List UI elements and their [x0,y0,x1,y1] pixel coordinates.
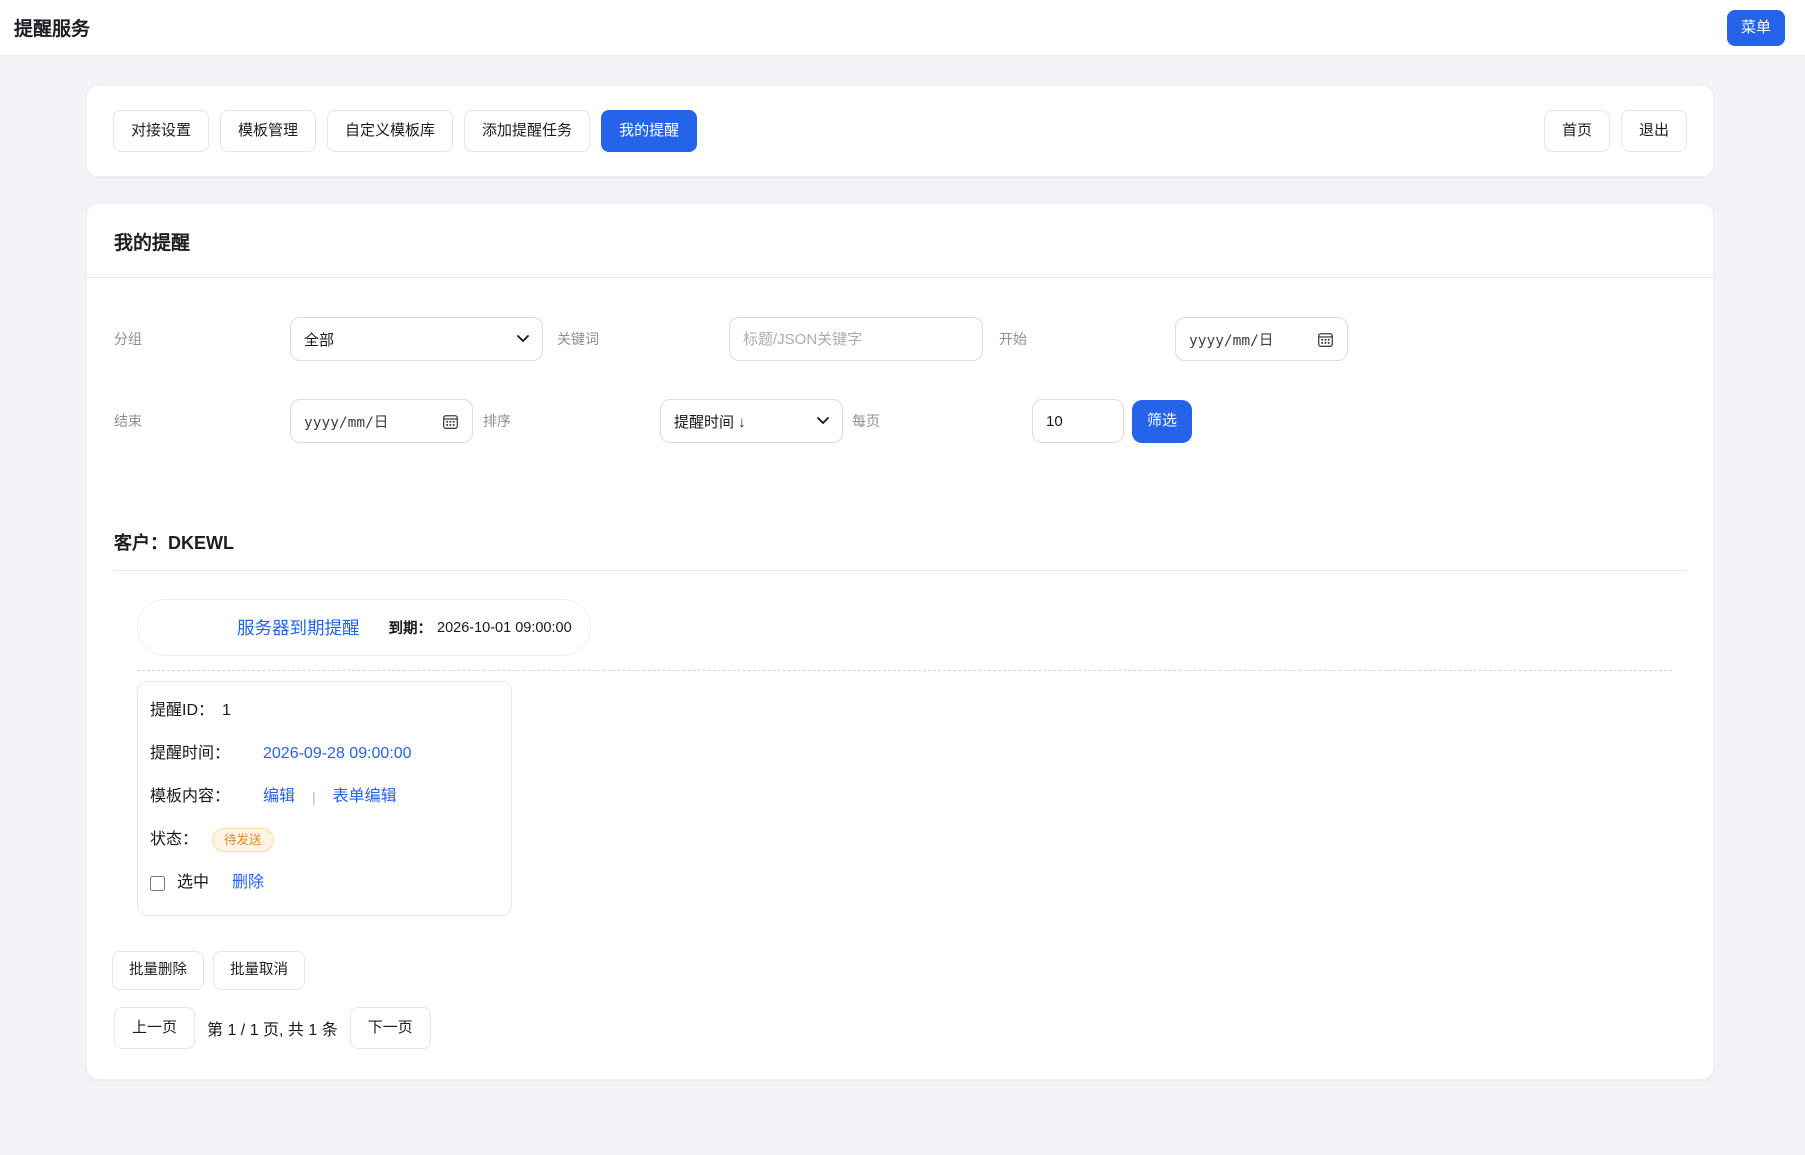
reminder-header: 服务器到期提醒 到期： 2026-10-01 09:00:00 [137,599,591,656]
template-label: 模板内容： [150,788,231,805]
chevron-down-icon [817,417,829,425]
start-date-input[interactable]: yyyy/mm/日 [1175,317,1348,361]
next-page-button[interactable]: 下一页 [349,1007,431,1050]
sort-select[interactable]: 提醒时间 ↓ [660,399,843,443]
end-date-placeholder: yyyy/mm/日 [304,414,389,431]
batch-delete-button[interactable]: 批量删除 [112,951,204,991]
panel-title: 我的提醒 [87,204,1713,278]
due-time: 2026-10-01 09:00:00 [437,619,572,636]
customer-label: 客户： [114,533,168,553]
calendar-icon[interactable] [1317,331,1334,348]
dashed-divider [137,670,1672,671]
status-row: 状态： 待发送 [150,824,495,856]
edit-link[interactable]: 编辑 [263,781,295,813]
customer-section: 客户：DKEWL 服务器到期提醒 到期： 2026-10-01 09:00:00… [87,481,1713,916]
sort-label: 排序 [483,413,511,429]
end-date-input[interactable]: yyyy/mm/日 [290,399,473,443]
reminder-detail-card: 提醒ID： 1 提醒时间： 2026-09-28 09:00:00 模板内容： … [137,681,512,916]
due-label: 到期： [388,621,433,637]
batch-cancel-button[interactable]: 批量取消 [213,951,305,991]
nav-card: 对接设置 模板管理 自定义模板库 添加提醒任务 我的提醒 首页 退出 [86,85,1714,177]
per-page-input[interactable] [1032,399,1124,443]
per-page-label: 每页 [852,413,880,429]
page-info: 第 1 / 1 页, 共 1 条 [207,1022,338,1040]
tab-custom-template-library[interactable]: 自定义模板库 [327,110,454,152]
batch-actions: 批量删除 批量取消 [87,916,1713,991]
calendar-icon[interactable] [442,413,459,430]
menu-button[interactable]: 菜单 [1726,9,1785,46]
sort-select-value: 提醒时间 ↓ [674,413,746,431]
tab-add-reminder-task[interactable]: 添加提醒任务 [464,110,591,152]
reminder-id-row: 提醒ID： 1 [150,695,495,727]
form-edit-link[interactable]: 表单编辑 [333,781,397,813]
prev-page-button[interactable]: 上一页 [114,1007,196,1050]
start-label: 开始 [999,331,1027,347]
reminder-group: 服务器到期提醒 到期： 2026-10-01 09:00:00 提醒ID： 1 … [137,571,1686,916]
nav-tabs: 对接设置 模板管理 自定义模板库 添加提醒任务 我的提醒 [113,110,698,152]
reminder-time-link[interactable]: 2026-09-28 09:00:00 [263,738,412,770]
link-separator: | [312,789,316,805]
chevron-down-icon [517,335,529,343]
filter-row-1: 分组 全部 关键词 开始 yyyy/mm/日 [114,317,1686,361]
select-label: 选中 [177,874,210,891]
reminder-id-value: 1 [222,702,231,719]
tab-my-reminders[interactable]: 我的提醒 [601,110,698,152]
customer-name: DKEWL [168,533,234,553]
keyword-label: 关键词 [557,331,599,347]
select-checkbox[interactable] [150,875,165,891]
top-bar: 提醒服务 菜单 [0,0,1805,56]
reminder-id-label: 提醒ID： [150,702,215,719]
my-reminders-panel: 我的提醒 分组 全部 关键词 开始 yyyy/mm/日 [86,203,1714,1081]
customer-title: 客户：DKEWL [114,529,1686,555]
filter-section: 分组 全部 关键词 开始 yyyy/mm/日 结束 [87,278,1713,443]
tab-connect-settings[interactable]: 对接设置 [113,110,210,152]
reminder-title-link[interactable]: 服务器到期提醒 [237,615,360,640]
home-button[interactable]: 首页 [1543,110,1610,152]
keyword-input[interactable] [729,317,983,361]
start-date-placeholder: yyyy/mm/日 [1189,332,1274,349]
group-select[interactable]: 全部 [290,317,543,361]
app-title: 提醒服务 [14,19,91,40]
group-select-value: 全部 [304,331,335,349]
reminder-time-row: 提醒时间： 2026-09-28 09:00:00 [150,738,495,770]
logout-button[interactable]: 退出 [1620,110,1687,152]
group-label: 分组 [114,331,142,347]
template-row: 模板内容： 编辑 | 表单编辑 [150,781,495,813]
delete-link[interactable]: 删除 [232,867,264,899]
nav-actions: 首页 退出 [1543,110,1687,152]
status-badge: 待发送 [212,827,274,853]
tab-template-management[interactable]: 模板管理 [220,110,317,152]
reminder-time-label: 提醒时间： [150,745,231,762]
end-label: 结束 [114,413,142,429]
status-label: 状态： [150,831,199,848]
filter-button[interactable]: 筛选 [1132,399,1192,443]
select-row: 选中 删除 [150,867,495,899]
filter-row-2: 结束 yyyy/mm/日 排序 提醒时间 ↓ 每页 筛选 [114,399,1686,443]
pagination: 上一页 第 1 / 1 页, 共 1 条 下一页 [87,990,1713,1050]
